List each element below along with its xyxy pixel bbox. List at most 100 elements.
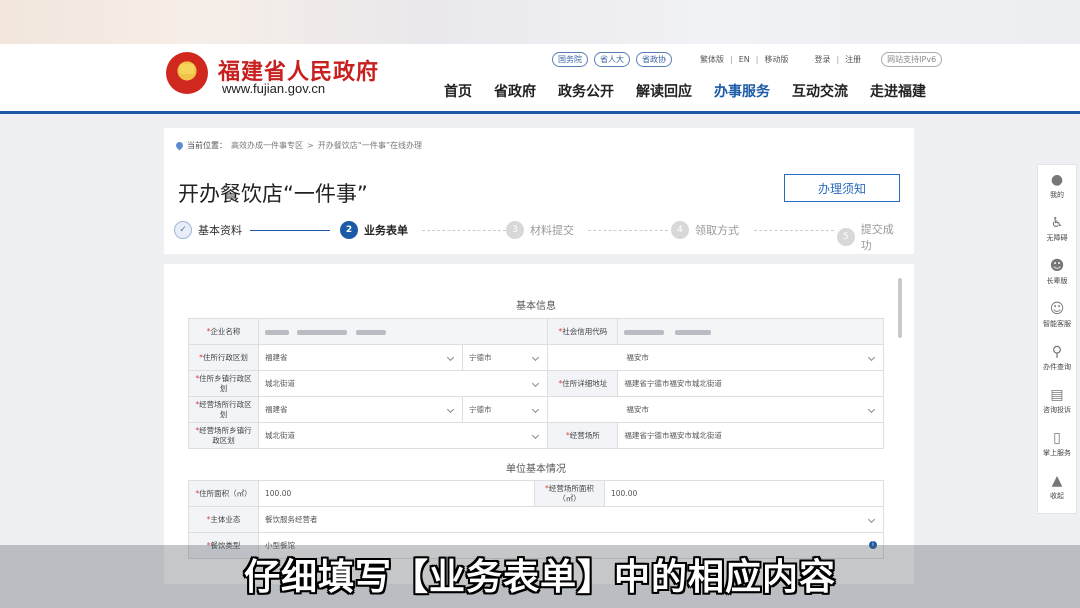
location-pin-icon [174, 140, 185, 151]
elder-icon: ☻ [1049, 258, 1065, 274]
breadcrumb-item[interactable]: 高效办成一件事专区 [231, 140, 303, 151]
company-name-input[interactable] [257, 318, 549, 345]
breadcrumb-separator: > [307, 141, 314, 150]
res-county-select[interactable]: 福安市 [547, 344, 884, 371]
link-traditional[interactable]: 繁体版 [700, 54, 724, 65]
field-label: *经营场所面积（㎡） [534, 480, 605, 507]
sidebar-label: 办件查询 [1043, 363, 1071, 371]
sidebar-item-elder[interactable]: ☻ 长辈版 [1038, 251, 1076, 294]
sidebar-label: 掌上服务 [1043, 449, 1071, 457]
res-province-select[interactable]: 福建省 [258, 344, 463, 371]
step-success[interactable]: 5 提交成功 [837, 221, 904, 253]
step-label: 提交成功 [860, 223, 894, 252]
sidebar-label: 收起 [1050, 492, 1064, 500]
step-connector [754, 230, 834, 231]
page-title: 开办餐饮店“一件事” [178, 182, 368, 206]
res-city-select[interactable]: 宁德市 [461, 344, 549, 371]
step-pickup[interactable]: 4 领取方式 [671, 221, 739, 239]
sidebar-item-mobile[interactable]: ▯ 掌上服务 [1038, 423, 1076, 466]
res-town-select[interactable]: 城北街道 [257, 370, 549, 397]
section-title: 单位基本情况 [506, 464, 566, 475]
ipv6-badge: 网站支持IPv6 [881, 52, 943, 67]
accessibility-icon: ♿ [1050, 215, 1064, 231]
link-english[interactable]: EN [739, 55, 750, 64]
step-basic-info[interactable]: ✓ 基本资料 [174, 221, 242, 239]
service-header-card: 当前位置： 高效办成一件事专区 > 开办餐饮店“一件事”在线办理 开办餐饮店“一… [164, 128, 914, 254]
step-business-form[interactable]: 2 业务表单 [340, 221, 408, 239]
robot-icon: ☺ [1049, 301, 1065, 317]
field-label: *企业名称 [188, 318, 259, 345]
link-login[interactable]: 登录 [814, 54, 830, 65]
step-number: 3 [506, 221, 524, 239]
step-label: 领取方式 [695, 224, 739, 237]
sidebar-item-assistant[interactable]: ☺ 智能客服 [1038, 294, 1076, 337]
step-label: 基本资料 [198, 224, 242, 237]
step-connector [422, 230, 506, 231]
field-label: *住所详细地址 [547, 370, 619, 397]
nav-interpretation[interactable]: 解读回应 [636, 81, 692, 101]
mobile-icon: ▯ [1053, 430, 1061, 446]
res-area-input[interactable]: 100.00 [258, 480, 535, 507]
form-scrollbar[interactable] [898, 278, 902, 338]
link-mobile[interactable]: 移动版 [764, 54, 788, 65]
field-label: *住所面积（㎡） [188, 480, 259, 507]
sidebar-label: 咨询投诉 [1043, 406, 1071, 414]
link-provincial-congress[interactable]: 省人大 [594, 52, 630, 67]
field-label: *主体业态 [188, 506, 259, 533]
sidebar-label: 我的 [1050, 191, 1064, 199]
site-header: 福建省人民政府 www.fujian.gov.cn 国务院 省人大 省政协 繁体… [0, 44, 1080, 114]
nav-open-affairs[interactable]: 政务公开 [558, 81, 614, 101]
main-format-select[interactable]: 餐饮服务经营者 [258, 506, 884, 533]
link-provincial-cppcc[interactable]: 省政协 [636, 52, 672, 67]
sidebar-label: 长辈版 [1046, 277, 1068, 285]
nav-interaction[interactable]: 互动交流 [792, 81, 848, 101]
national-emblem-icon [166, 52, 208, 94]
field-label: *经营场所乡镇行政区划 [188, 422, 259, 449]
biz-area-input[interactable]: 100.00 [604, 480, 884, 507]
step-materials[interactable]: 3 材料提交 [506, 221, 574, 239]
sidebar-label: 智能客服 [1043, 320, 1071, 328]
biz-province-select[interactable]: 福建省 [258, 396, 463, 423]
sidebar-item-complaint[interactable]: ▤ 咨询投诉 [1038, 380, 1076, 423]
step-number: 4 [671, 221, 689, 239]
step-label: 业务表单 [364, 224, 408, 237]
nav-government[interactable]: 省政府 [494, 81, 536, 101]
res-address-input[interactable]: 福建省宁德市福安市城北街道 [617, 370, 884, 397]
field-label: *社会信用代码 [547, 318, 619, 345]
field-label: *经营场所 [547, 422, 619, 449]
sidebar-label: 无障碍 [1046, 234, 1068, 242]
check-icon: ✓ [174, 221, 192, 239]
credit-code-input[interactable] [617, 318, 884, 345]
notice-button[interactable]: 办理须知 [784, 174, 900, 202]
step-connector [588, 230, 668, 231]
nav-home[interactable]: 首页 [444, 81, 472, 101]
floating-sidebar: ● 我的 ♿ 无障碍 ☻ 长辈版 ☺ 智能客服 ⚲ 办件查询 ▤ 咨询投诉 ▯ 掌上服务 ▲ 收… [1037, 164, 1077, 514]
field-label: *住所行政区划 [188, 344, 259, 371]
sidebar-item-mine[interactable]: ● 我的 [1038, 165, 1076, 208]
collapse-icon: ▲ [1051, 473, 1063, 489]
main-nav: 首页 省政府 政务公开 解读回应 办事服务 互动交流 走进福建 [444, 81, 926, 101]
field-label: *住所乡镇行政区划 [188, 370, 259, 397]
step-number: 2 [340, 221, 358, 239]
biz-city-select[interactable]: 宁德市 [461, 396, 549, 423]
chat-icon: ▤ [1050, 387, 1064, 403]
sidebar-item-query[interactable]: ⚲ 办件查询 [1038, 337, 1076, 380]
breadcrumb: 当前位置： 高效办成一件事专区 > 开办餐饮店“一件事”在线办理 [174, 140, 422, 151]
link-register[interactable]: 注册 [845, 54, 861, 65]
blurred-top-strip [0, 0, 1080, 44]
biz-county-select[interactable]: 福安市 [547, 396, 884, 423]
step-number: 5 [837, 228, 855, 246]
progress-steps: ✓ 基本资料 2 业务表单 3 材料提交 4 领取方式 5 提交成功 [174, 221, 904, 252]
top-links: 国务院 省人大 省政协 繁体版 | EN | 移动版 登录 | 注册 网站支持I… [552, 52, 943, 67]
sidebar-item-collapse[interactable]: ▲ 收起 [1038, 466, 1076, 509]
biz-town-select[interactable]: 城北街道 [257, 422, 549, 449]
search-icon: ⚲ [1051, 344, 1063, 360]
video-caption: 仔细填写【业务表单】中的相应内容 [243, 557, 836, 598]
breadcrumb-item[interactable]: 开办餐饮店“一件事”在线办理 [318, 140, 422, 151]
nav-services[interactable]: 办事服务 [714, 81, 770, 101]
link-state-council[interactable]: 国务院 [552, 52, 588, 67]
nav-about-fujian[interactable]: 走进福建 [870, 81, 926, 101]
sidebar-item-accessibility[interactable]: ♿ 无障碍 [1038, 208, 1076, 251]
section-title: 基本信息 [516, 301, 556, 312]
biz-place-input[interactable]: 福建省宁德市福安市城北街道 [617, 422, 884, 449]
